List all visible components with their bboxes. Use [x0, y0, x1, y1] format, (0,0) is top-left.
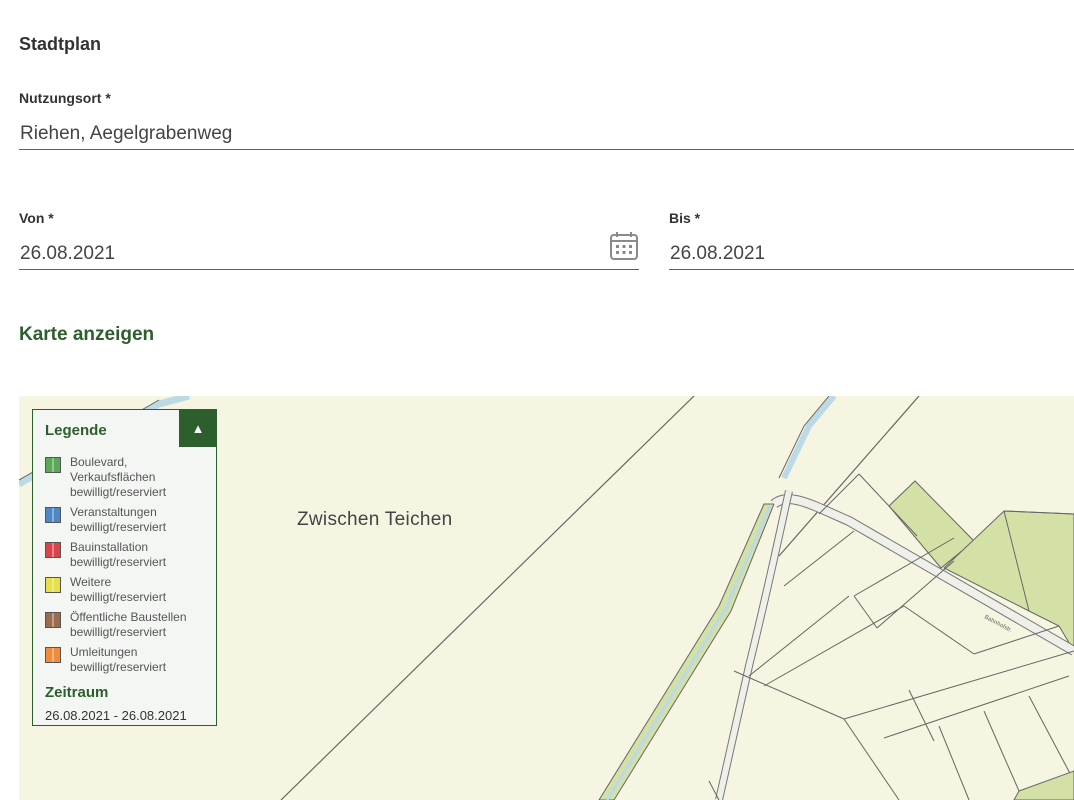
watermark: . [0, 41, 8, 108]
from-date-label: Von * [19, 210, 54, 226]
construction-swatch-icon [45, 542, 61, 558]
legend-title: Legende [45, 422, 107, 439]
legend-item-label: bewilligt/reserviert [70, 660, 167, 674]
public-construction-swatch-icon [45, 612, 61, 628]
legend-item-label: Weitere [70, 575, 112, 589]
legend-item-label: Öffentliche Baustellen [70, 610, 187, 624]
from-date-input[interactable] [19, 238, 639, 270]
location-input[interactable] [19, 118, 1074, 150]
section-title: Stadtplan [19, 34, 102, 54]
other-swatch-icon [45, 577, 61, 593]
to-date-label: Bis * [669, 210, 701, 226]
legend-period-title: Zeitraum [45, 684, 109, 701]
map-view[interactable]: Bahnhofstr. Zwischen Teichen Legende ▲ B… [19, 396, 1074, 800]
legend-item-label: Umleitungen [70, 645, 138, 659]
events-swatch-icon [45, 507, 61, 523]
chevron-up-icon: ▲ [191, 420, 205, 436]
legend-item-label: bewilligt/reserviert [70, 520, 167, 534]
to-date-input[interactable] [669, 238, 1074, 270]
legend-period-value: 26.08.2021 - 26.08.2021 [45, 708, 187, 723]
location-label: Nutzungsort * [19, 90, 111, 106]
calendar-icon[interactable] [608, 230, 640, 262]
detours-swatch-icon [45, 647, 61, 663]
legend-item-label: bewilligt/reserviert [70, 485, 167, 499]
legend-item-label: bewilligt/reserviert [70, 590, 167, 604]
legend-item-label: Boulevard, [70, 455, 128, 469]
map-place-label: Zwischen Teichen [297, 509, 453, 530]
legend-item-label: Bauinstallation [70, 540, 149, 554]
legend-panel: Legende ▲ Boulevard, Verkaufsflächen bew… [32, 409, 217, 726]
legend-collapse-button[interactable]: ▲ [179, 409, 217, 447]
boulevard-swatch-icon [45, 457, 61, 473]
legend-item-label: Veranstaltungen [70, 505, 157, 519]
legend-item-label: bewilligt/reserviert [70, 625, 167, 639]
legend-item-label: Verkaufsflächen [70, 470, 156, 484]
show-map-link[interactable]: Karte anzeigen [19, 324, 154, 346]
legend-item-label: bewilligt/reserviert [70, 555, 167, 569]
